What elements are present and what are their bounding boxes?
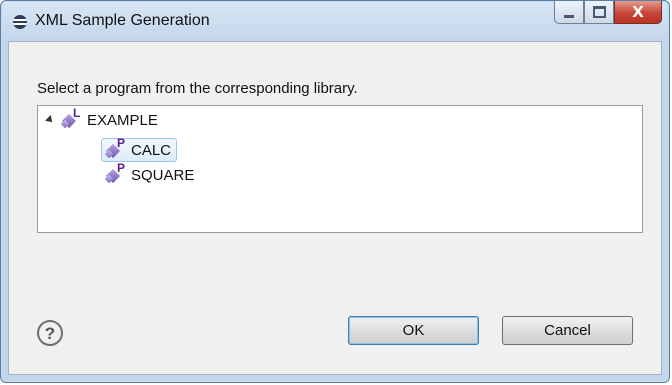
title-bar[interactable]: XML Sample Generation X	[1, 1, 669, 41]
minimize-icon	[564, 14, 574, 18]
close-button[interactable]: X	[614, 1, 662, 24]
tree-item-library[interactable]: L EXAMPLE	[45, 107, 161, 131]
tree-item-program-square[interactable]: P SQUARE	[104, 162, 197, 186]
expand-collapse-icon[interactable]	[45, 115, 55, 125]
ok-button[interactable]: OK	[348, 316, 479, 345]
tree-item-label: SQUARE	[131, 166, 195, 184]
tree-item-label: CALC	[131, 141, 172, 159]
window-title: XML Sample Generation	[35, 12, 210, 29]
tree-item-program-calc[interactable]: P CALC	[101, 137, 178, 162]
help-icon: ?	[44, 323, 56, 343]
program-tree[interactable]: L EXAMPLE P CALC P SQUARE	[37, 105, 643, 233]
program-badge: P	[117, 161, 126, 175]
maximize-icon	[592, 6, 606, 18]
dialog-window: XML Sample Generation X Select a program…	[0, 0, 670, 383]
instruction-text: Select a program from the corresponding …	[37, 80, 358, 97]
program-icon: P	[104, 137, 125, 159]
library-badge: L	[73, 106, 81, 120]
close-icon: X	[632, 2, 644, 21]
program-badge: P	[117, 136, 126, 150]
program-icon: P	[104, 162, 125, 184]
tree-item-label: EXAMPLE	[87, 111, 158, 129]
cancel-button[interactable]: Cancel	[502, 316, 633, 345]
dialog-content: Select a program from the corresponding …	[8, 41, 662, 375]
eclipse-icon	[13, 15, 27, 29]
maximize-button[interactable]	[584, 1, 614, 24]
help-button[interactable]: ?	[37, 320, 63, 346]
caption-buttons: X	[554, 1, 662, 25]
library-icon: L	[60, 107, 80, 129]
minimize-button[interactable]	[554, 1, 584, 24]
